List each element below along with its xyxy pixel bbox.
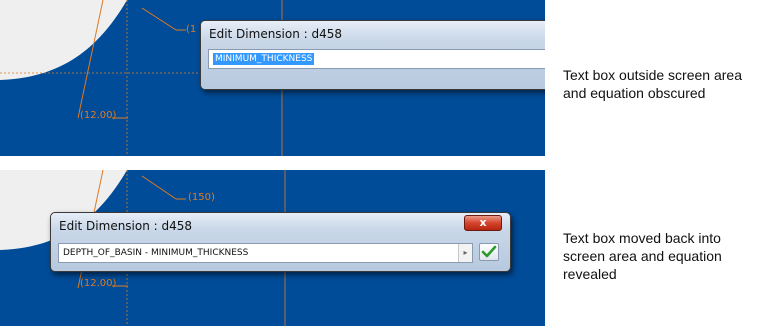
equation-text: DEPTH_OF_BASIN - MINIMUM_THICKNESS: [63, 248, 249, 258]
dimension-label[interactable]: (1: [186, 24, 196, 35]
edit-dimension-dialog[interactable]: Edit Dimension : d458 MINIMUM_THICKNESS: [200, 20, 545, 90]
dimension-label[interactable]: (12.00): [80, 278, 116, 289]
selected-text: MINIMUM_THICKNESS: [213, 53, 315, 65]
check-icon: [481, 245, 497, 258]
part-surface: [0, 0, 127, 80]
dimension-label[interactable]: (150): [188, 192, 215, 203]
dialog-title: Edit Dimension : d458: [59, 219, 193, 233]
close-button[interactable]: x: [464, 215, 502, 231]
dimension-value-input[interactable]: DEPTH_OF_BASIN - MINIMUM_THICKNESS ▸: [58, 243, 473, 263]
expand-arrow-button[interactable]: ▸: [458, 244, 472, 262]
cad-viewport-top: (1 (12.00) Edit Dimension : d458 MINIMUM…: [0, 0, 545, 156]
caption-bottom: Text box moved back into screen area and…: [563, 230, 722, 282]
accept-button[interactable]: [479, 243, 499, 261]
dialog-title: Edit Dimension : d458: [209, 27, 343, 41]
cad-viewport-bottom: (150) (12.00) Edit Dimension : d458 x DE…: [0, 170, 545, 326]
dimension-label[interactable]: (12.00): [80, 110, 116, 121]
edit-dimension-dialog[interactable]: Edit Dimension : d458 x DEPTH_OF_BASIN -…: [50, 212, 511, 272]
leader-line: [141, 175, 177, 200]
caption-top: Text box outside screen area and equatio…: [563, 67, 742, 101]
dimension-value-input[interactable]: MINIMUM_THICKNESS: [208, 49, 545, 69]
leader-line: [141, 7, 177, 31]
close-icon: x: [479, 216, 487, 229]
